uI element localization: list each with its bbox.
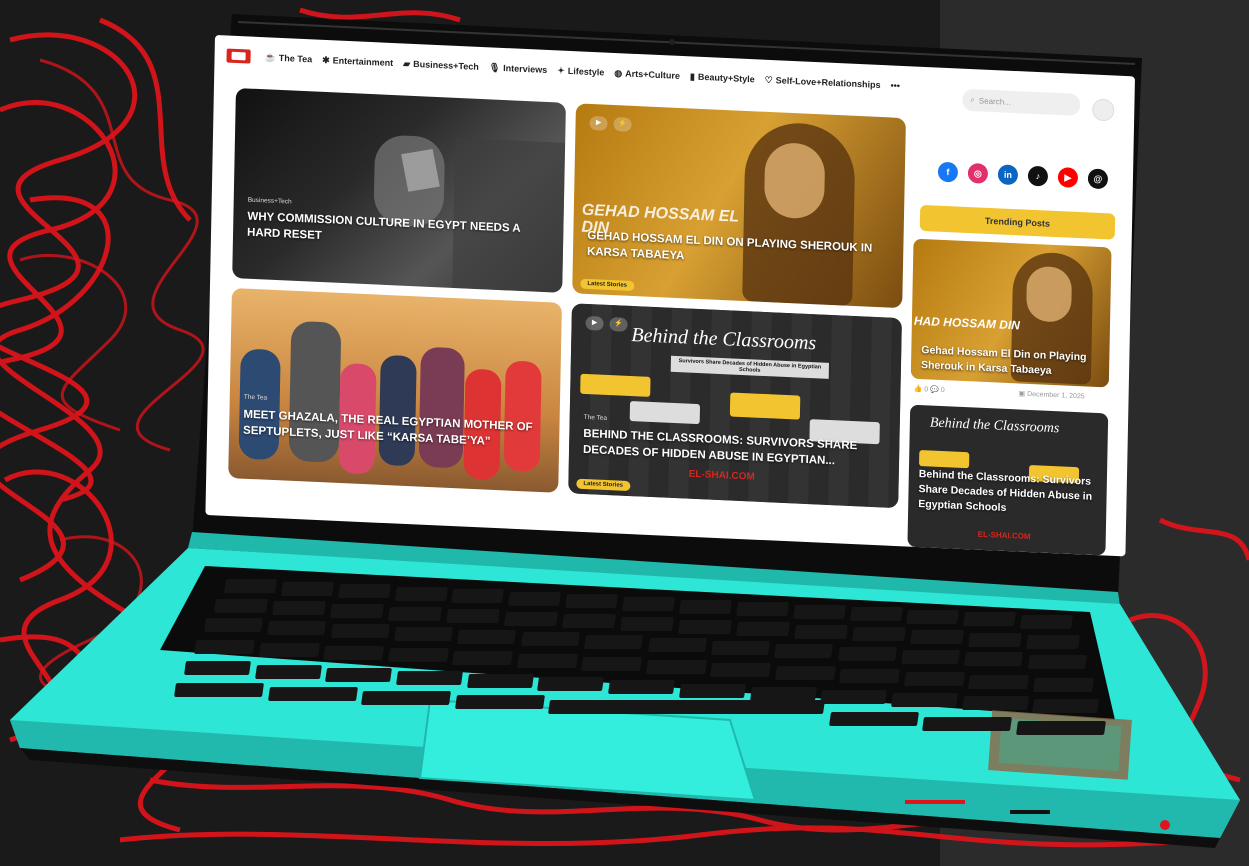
brand-watermark: EL-SHAI.COM	[977, 529, 1031, 542]
article-card-gehad-hossam[interactable]: ▶ ⚡ GEHAD HOSSAM EL DIN GEHAD HOSSAM EL …	[572, 103, 906, 309]
post-date: ▣ December 1, 2025	[1018, 389, 1084, 400]
facebook-icon[interactable]: f	[937, 161, 959, 183]
video-badge-icon: ▶	[589, 115, 608, 131]
article-category: The Tea	[583, 413, 608, 422]
youtube-icon[interactable]: ▶	[1057, 167, 1079, 188]
nav-item-arts-culture[interactable]: ◍ Arts+Culture	[614, 67, 680, 81]
palette-icon: ◍	[614, 67, 623, 78]
article-category: Business+Tech	[247, 196, 292, 206]
briefcase-icon: ▰	[403, 57, 411, 69]
site-logo[interactable]	[226, 48, 251, 64]
heart-icon: ♡	[764, 74, 773, 85]
nav-label: Lifestyle	[567, 65, 605, 78]
latest-stories-tag[interactable]: Latest Stories	[580, 278, 635, 292]
trending-post-title: Gehad Hossam El Din on Playing Sherouk i…	[920, 344, 1087, 377]
lightning-badge-icon: ⚡	[613, 117, 632, 132]
comment-count: 0	[940, 386, 945, 395]
trending-post-title: Behind the Classrooms: Survivors Share D…	[918, 468, 1093, 515]
search-icon: ⌕	[970, 95, 975, 105]
nav-label: Entertainment	[332, 55, 394, 69]
mug-icon: ☕	[264, 51, 276, 63]
lipstick-icon: ▮	[689, 70, 695, 82]
website-screen: ☕ The Tea ✱ Entertainment ▰ Business+Tech 🎙…	[205, 35, 1135, 557]
search-input[interactable]: ⌕ Search...	[962, 88, 1081, 116]
post-stats: 👍 0 💬 0	[913, 385, 944, 394]
trending-post-classrooms[interactable]: Behind the Classrooms Behind the Classro…	[907, 404, 1109, 556]
social-links: f ◎ in ♪ ▶ @	[937, 161, 1109, 190]
like-icon: 👍	[913, 385, 923, 394]
nav-label: Arts+Culture	[625, 68, 681, 81]
nav-item-lifestyle[interactable]: ✦ Lifestyle	[557, 65, 604, 78]
theater-icon: ✱	[322, 54, 330, 65]
nav-label: Self-Love+Relationships	[775, 75, 881, 90]
like-count: 0	[924, 386, 929, 394]
video-badge-icon: ▶	[585, 315, 604, 331]
nav-label: Interviews	[503, 62, 548, 75]
user-avatar[interactable]	[1092, 98, 1115, 122]
nav-item-self-love-relationships[interactable]: ♡ Self-Love+Relationships	[765, 74, 881, 90]
nav-item-entertainment[interactable]: ✱ Entertainment	[322, 54, 393, 68]
nav-label: Beauty+Style	[697, 71, 755, 85]
microphone-icon: 🎙	[488, 61, 501, 73]
nav-label: Business+Tech	[413, 58, 479, 72]
article-category: The Tea	[243, 393, 268, 402]
tiktok-icon[interactable]: ♪	[1027, 165, 1049, 187]
laptop-screen: ☕ The Tea ✱ Entertainment ▰ Business+Tech 🎙…	[204, 35, 1135, 616]
comment-icon: 💬	[930, 386, 939, 394]
nav-item-the-tea[interactable]: ☕ The Tea	[264, 51, 313, 65]
calendar-icon: ▣	[1018, 390, 1026, 398]
trending-posts-header: Trending Posts	[919, 204, 1116, 240]
nav-item-interviews[interactable]: 🎙 Interviews	[489, 62, 548, 76]
nav-item-beauty-style[interactable]: ▮ Beauty+Style	[690, 71, 755, 85]
more-menu-icon[interactable]: •••	[890, 80, 900, 90]
sparkle-icon: ✦	[557, 64, 565, 76]
poster-title: Behind the Classrooms	[929, 415, 1060, 437]
trending-post-gehad[interactable]: HAD HOSSAM DIN Gehad Hossam El Din on Pl…	[910, 238, 1112, 388]
instagram-icon[interactable]: ◎	[967, 162, 989, 184]
post-date-text: December 1, 2025	[1027, 390, 1085, 401]
threads-icon[interactable]: @	[1087, 168, 1109, 190]
nav-item-business-tech[interactable]: ▰ Business+Tech	[403, 58, 479, 72]
linkedin-icon[interactable]: in	[997, 164, 1019, 186]
article-card-commission-culture[interactable]: Business+Tech WHY COMMISSION CULTURE IN …	[232, 87, 566, 293]
lightning-badge-icon: ⚡	[609, 317, 628, 332]
article-card-behind-the-classrooms[interactable]: ▶ ⚡ Behind the Classrooms Survivors Shar…	[568, 303, 902, 509]
search-placeholder: Search...	[978, 95, 1011, 107]
nav-label: The Tea	[278, 52, 313, 65]
article-card-ghazala-septuplets[interactable]: The Tea MEET GHAZALA, THE REAL EGYPTIAN …	[228, 287, 562, 493]
image-overlay-text: HAD HOSSAM DIN	[913, 313, 1021, 333]
